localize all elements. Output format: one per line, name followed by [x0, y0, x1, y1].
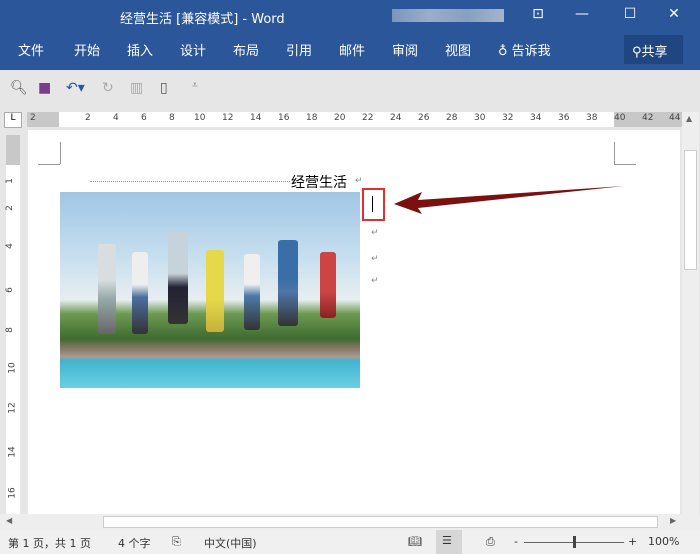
- scroll-thumb[interactable]: [103, 516, 658, 528]
- print-preview-icon[interactable]: 🔍︎: [10, 80, 28, 96]
- tab-references[interactable]: 引用: [286, 40, 312, 59]
- share-label: 共享: [641, 45, 668, 60]
- tab-mailings[interactable]: 邮件: [339, 40, 365, 59]
- ruler-label: 22: [362, 113, 374, 123]
- ruler-label: 18: [306, 113, 318, 123]
- ruler-label: 40: [614, 113, 626, 123]
- ruler-label: 14: [250, 113, 262, 123]
- window-title: 经营生活 [兼容模式] - Word: [120, 12, 285, 27]
- word-count[interactable]: 4 个字: [118, 535, 151, 551]
- tab-layout[interactable]: 布局: [233, 40, 259, 59]
- redo-icon[interactable]: ↻: [102, 80, 114, 96]
- ribbon-tabs: 文件 开始 插入 设计 布局 引用 邮件 审阅 视图 ♁ 告诉我 ⚲共享: [0, 34, 700, 70]
- minimize-button[interactable]: —: [570, 6, 594, 22]
- ruler-label: 2: [85, 113, 91, 123]
- vertical-scrollbar[interactable]: ▲: [682, 112, 699, 515]
- ruler-label: 2: [30, 113, 36, 123]
- horizontal-scrollbar[interactable]: ◀ ▶: [0, 514, 700, 530]
- ruler-label: 4: [4, 243, 15, 249]
- print-layout-icon[interactable]: ☰: [436, 530, 462, 554]
- page-count[interactable]: 第 1 页，共 1 页: [8, 535, 91, 551]
- lightbulb-icon: ♁: [498, 44, 508, 59]
- tab-selector[interactable]: L: [4, 112, 22, 128]
- tell-me-label: 告诉我: [511, 44, 551, 59]
- ruler-label: 44: [669, 113, 681, 123]
- document-page[interactable]: 经营生活 ↵ ↵ ↵ ↵: [28, 130, 680, 515]
- scroll-thumb[interactable]: [684, 150, 697, 270]
- ruler-label: 10: [7, 362, 18, 374]
- ruler-label: 1: [4, 178, 15, 184]
- tab-review[interactable]: 审阅: [392, 40, 418, 59]
- proofing-icon[interactable]: ⎘: [172, 535, 181, 549]
- maximize-button[interactable]: ☐: [618, 6, 642, 22]
- ruler-label: 8: [169, 113, 175, 123]
- scroll-left-icon[interactable]: ◀: [6, 516, 12, 525]
- person-icon: ⚲: [632, 45, 642, 60]
- title-bar: 经营生活 [兼容模式] - Word ⊡ — ☐ ✕: [0, 0, 700, 34]
- ruler-label: 10: [194, 113, 206, 123]
- ruler-label: 16: [7, 487, 18, 499]
- tab-insert[interactable]: 插入: [127, 40, 153, 59]
- ruler-label: 12: [222, 113, 234, 123]
- ruler-label: 38: [586, 113, 598, 123]
- ruler-label: 20: [334, 113, 346, 123]
- ruler-label: 6: [141, 113, 147, 123]
- side-by-side-icon[interactable]: ▥: [130, 80, 143, 96]
- tab-file[interactable]: 文件: [18, 40, 44, 59]
- ruler-label: 8: [4, 327, 15, 333]
- scroll-right-icon[interactable]: ▶: [670, 516, 676, 525]
- quick-access-toolbar: 🔍︎ ■ ↶▾ ↻ ▥ ▯ ⩡: [0, 70, 700, 108]
- ruler-label: 42: [642, 113, 654, 123]
- status-bar: 第 1 页，共 1 页 4 个字 ⎘ 中文(中国) 📖︎ ☰ ⎙ - + 100…: [0, 530, 700, 554]
- ruler-label: 28: [446, 113, 458, 123]
- ruler-label: 34: [530, 113, 542, 123]
- tell-me[interactable]: ♁ 告诉我: [498, 40, 551, 59]
- ruler-label: 26: [418, 113, 430, 123]
- horizontal-ruler[interactable]: 2 2 4 6 8 10 12 14 16 18 20 22 24 26 28 …: [27, 112, 682, 127]
- ruler-label: 36: [558, 113, 570, 123]
- zoom-out-button[interactable]: -: [514, 535, 518, 548]
- share-button[interactable]: ⚲共享: [624, 35, 683, 64]
- cursor-highlight-box: [362, 188, 385, 221]
- ruler-label: 24: [390, 113, 402, 123]
- language[interactable]: 中文(中国): [204, 535, 257, 551]
- vertical-ruler[interactable]: 1 2 4 6 8 10 12 14 16: [4, 135, 20, 515]
- customize-qat-icon[interactable]: ⩡: [192, 80, 198, 91]
- text-cursor: [372, 196, 373, 212]
- ruler-label: 6: [4, 287, 15, 293]
- ruler-label: 32: [502, 113, 514, 123]
- paragraph-mark: ↵: [371, 228, 379, 238]
- ruler-label: 12: [7, 402, 18, 414]
- tab-design[interactable]: 设计: [180, 40, 206, 59]
- ruler-label: 16: [278, 113, 290, 123]
- read-mode-icon[interactable]: 📖︎: [408, 535, 422, 548]
- ruler-label: 30: [474, 113, 486, 123]
- account-name-blurred: [392, 9, 504, 22]
- zoom-level[interactable]: 100%: [648, 535, 679, 548]
- ruler-label: 2: [4, 205, 15, 211]
- ruler-label: 4: [113, 113, 119, 123]
- ruler-label: 14: [7, 446, 18, 458]
- save-icon[interactable]: ■: [38, 80, 51, 96]
- photo-jumping-people[interactable]: [60, 192, 360, 388]
- close-button[interactable]: ✕: [662, 6, 686, 22]
- new-document-icon[interactable]: ▯: [160, 80, 168, 96]
- paragraph-mark: ↵: [355, 176, 363, 186]
- annotation-arrow: [394, 186, 624, 214]
- web-layout-icon[interactable]: ⎙: [486, 535, 495, 549]
- tab-view[interactable]: 视图: [445, 40, 471, 59]
- scroll-up-icon[interactable]: ▲: [686, 114, 692, 123]
- tab-home[interactable]: 开始: [74, 40, 100, 59]
- zoom-slider-thumb[interactable]: [573, 536, 576, 548]
- paragraph-mark: ↵: [371, 276, 379, 286]
- ribbon-display-options-icon[interactable]: ⊡: [526, 6, 550, 22]
- zoom-in-button[interactable]: +: [628, 535, 637, 548]
- undo-icon[interactable]: ↶▾: [66, 80, 85, 96]
- document-heading[interactable]: 经营生活: [291, 172, 347, 192]
- paragraph-mark: ↵: [371, 254, 379, 264]
